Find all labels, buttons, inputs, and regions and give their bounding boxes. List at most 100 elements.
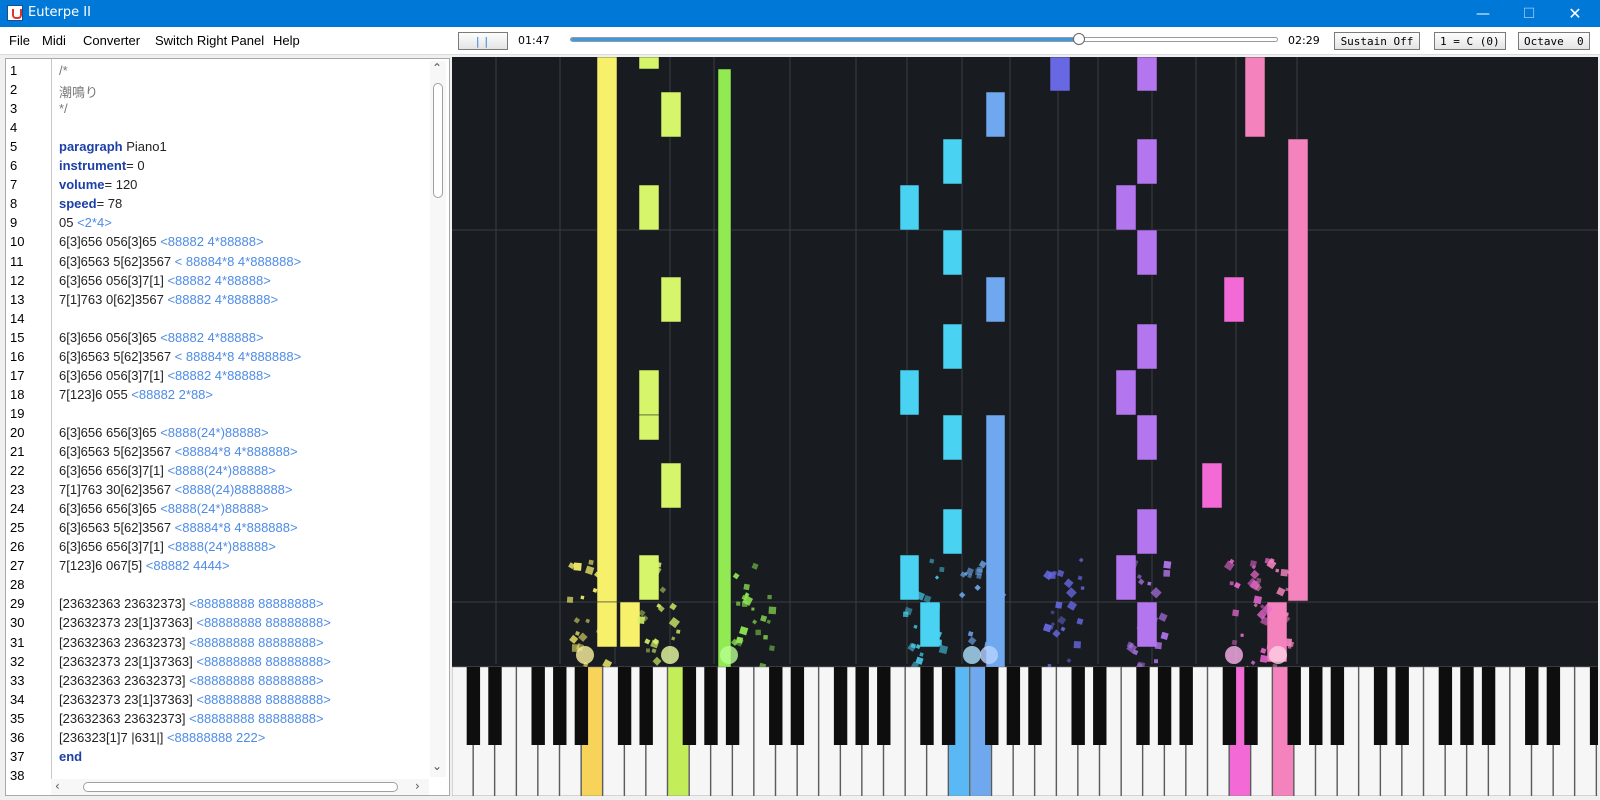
key-field[interactable]: 1 = C (0) bbox=[1434, 32, 1506, 50]
code-line: 潮鳴り bbox=[59, 82, 429, 101]
line-number: 37 bbox=[10, 748, 25, 764]
particle bbox=[640, 564, 645, 569]
note-token: Piano1 bbox=[122, 139, 167, 155]
piano-black-key bbox=[1460, 667, 1474, 745]
particle bbox=[736, 636, 744, 644]
falling-note bbox=[638, 414, 660, 441]
menu-help[interactable]: Help bbox=[273, 33, 300, 48]
falling-note bbox=[942, 414, 963, 461]
progress-slider-thumb[interactable] bbox=[1073, 33, 1086, 45]
particle bbox=[1256, 577, 1262, 584]
line-number: 31 bbox=[10, 634, 25, 650]
particle bbox=[967, 631, 974, 637]
duration-token: <88882 2*88> bbox=[131, 386, 213, 402]
piano-roll-panel bbox=[452, 57, 1598, 796]
line-number: 8 bbox=[10, 196, 18, 212]
code-line: 6[3]656 656[3]7[1] <8888(24*)88888> bbox=[59, 539, 429, 554]
particle bbox=[1285, 587, 1289, 592]
particle bbox=[584, 565, 595, 575]
falling-note bbox=[1223, 276, 1245, 323]
vertical-scrollbar[interactable]: ⌃ ⌄ bbox=[430, 61, 446, 777]
line-number: 14 bbox=[10, 310, 25, 326]
progress-slider[interactable] bbox=[570, 37, 1278, 42]
particle bbox=[766, 619, 771, 624]
note-token: [23632373 23[1]37363] bbox=[59, 615, 197, 631]
line-number: 2 bbox=[10, 82, 18, 98]
particle bbox=[1065, 587, 1077, 599]
duration-token: <88888888 88888888> bbox=[189, 596, 324, 612]
java-app-icon bbox=[7, 5, 23, 21]
particle bbox=[1266, 644, 1272, 650]
vertical-scroll-thumb[interactable] bbox=[433, 83, 443, 198]
score-editor[interactable]: 1 2 3 4 5 6 7 8 9 10 11 12 13 14 15 16 17 18 19 20 21 22 23 24 2… bbox=[5, 58, 450, 796]
maximize-icon[interactable]: ☐ bbox=[1506, 0, 1552, 27]
particle bbox=[975, 568, 983, 576]
scroll-left-icon[interactable]: ‹ bbox=[55, 779, 60, 793]
scroll-down-icon[interactable]: ⌄ bbox=[432, 759, 442, 773]
particle bbox=[1280, 568, 1289, 577]
scroll-right-icon[interactable]: › bbox=[415, 779, 420, 793]
particle bbox=[644, 638, 651, 645]
piano-black-key bbox=[617, 667, 632, 745]
menu-converter[interactable]: Converter bbox=[83, 33, 140, 48]
particle bbox=[573, 617, 581, 624]
code-line: 6[3]6563 5[62]3567 <88884*8 4*888888> bbox=[59, 520, 429, 535]
close-icon[interactable]: ✕ bbox=[1552, 0, 1598, 27]
line-number: 18 bbox=[10, 386, 25, 402]
menu-file[interactable]: File bbox=[9, 33, 30, 48]
falling-note bbox=[660, 276, 682, 323]
piano-black-key bbox=[790, 667, 805, 745]
scroll-up-icon[interactable]: ⌃ bbox=[432, 61, 442, 75]
minimize-icon[interactable]: — bbox=[1460, 0, 1506, 27]
piano-black-key bbox=[1157, 667, 1172, 745]
falling-note bbox=[942, 508, 963, 555]
falling-note bbox=[942, 138, 963, 185]
piano-black-key bbox=[833, 667, 848, 745]
code-line: 6[3]656 656[3]65 <8888(24*)88888> bbox=[59, 425, 429, 440]
duration-token: <8888(24*)88888> bbox=[160, 501, 269, 517]
particle bbox=[645, 648, 651, 653]
code-line: 6[3]656 056[3]65 <88882 4*88888> bbox=[59, 234, 429, 249]
octave-field[interactable]: Octave 0 bbox=[1518, 32, 1590, 50]
particle bbox=[769, 645, 775, 652]
line-number: 11 bbox=[10, 253, 24, 269]
code-line: [23632373 23[1]37363] <88888888 88888888… bbox=[59, 654, 429, 669]
comment-token: */ bbox=[59, 101, 68, 117]
particle bbox=[599, 606, 606, 613]
note-token: 6[3]656 656[3]65 bbox=[59, 424, 161, 440]
piano-black-key bbox=[1244, 667, 1258, 745]
falling-note bbox=[638, 554, 660, 601]
piano-black-key bbox=[553, 667, 567, 745]
horizontal-scrollbar[interactable]: ‹ › bbox=[51, 779, 429, 795]
pause-button[interactable]: || bbox=[458, 32, 508, 50]
particle bbox=[1233, 581, 1241, 589]
piano-black-key bbox=[725, 667, 740, 745]
particle bbox=[995, 639, 1002, 646]
particle bbox=[652, 656, 662, 666]
code-line: 6[3]6563 5[62]3567 <88884*8 4*888888> bbox=[59, 444, 429, 459]
falling-note bbox=[1049, 57, 1071, 92]
note-token: 6[3]656 056[3]7[1] bbox=[59, 367, 168, 383]
particle bbox=[1250, 660, 1256, 666]
particle bbox=[1240, 633, 1244, 637]
code-line: [236323[1]7 |631|] <88888888 222> bbox=[59, 730, 429, 745]
line-number: 3 bbox=[10, 101, 18, 117]
menu-switch-right-panel[interactable]: Switch Right Panel bbox=[155, 33, 264, 48]
particle bbox=[1253, 595, 1263, 605]
sustain-button[interactable]: Sustain Off bbox=[1334, 32, 1420, 50]
line-number: 35 bbox=[10, 710, 25, 726]
note-hit-glow bbox=[720, 646, 738, 664]
particle bbox=[767, 594, 772, 600]
note-token: 6[3]6563 5[62]3567 bbox=[59, 520, 175, 536]
horizontal-scroll-thumb[interactable] bbox=[83, 782, 398, 792]
particle bbox=[676, 629, 681, 634]
particle bbox=[1073, 640, 1082, 649]
piano-black-key bbox=[1438, 667, 1453, 745]
total-time: 02:29 bbox=[1288, 34, 1320, 47]
code-line: instrument= 0 bbox=[59, 158, 429, 173]
falling-note bbox=[1115, 369, 1137, 416]
line-number: 16 bbox=[10, 348, 25, 364]
duration-token: <88882 4*88888> bbox=[160, 234, 264, 250]
menu-midi[interactable]: Midi bbox=[42, 33, 66, 48]
falling-note bbox=[717, 68, 732, 670]
